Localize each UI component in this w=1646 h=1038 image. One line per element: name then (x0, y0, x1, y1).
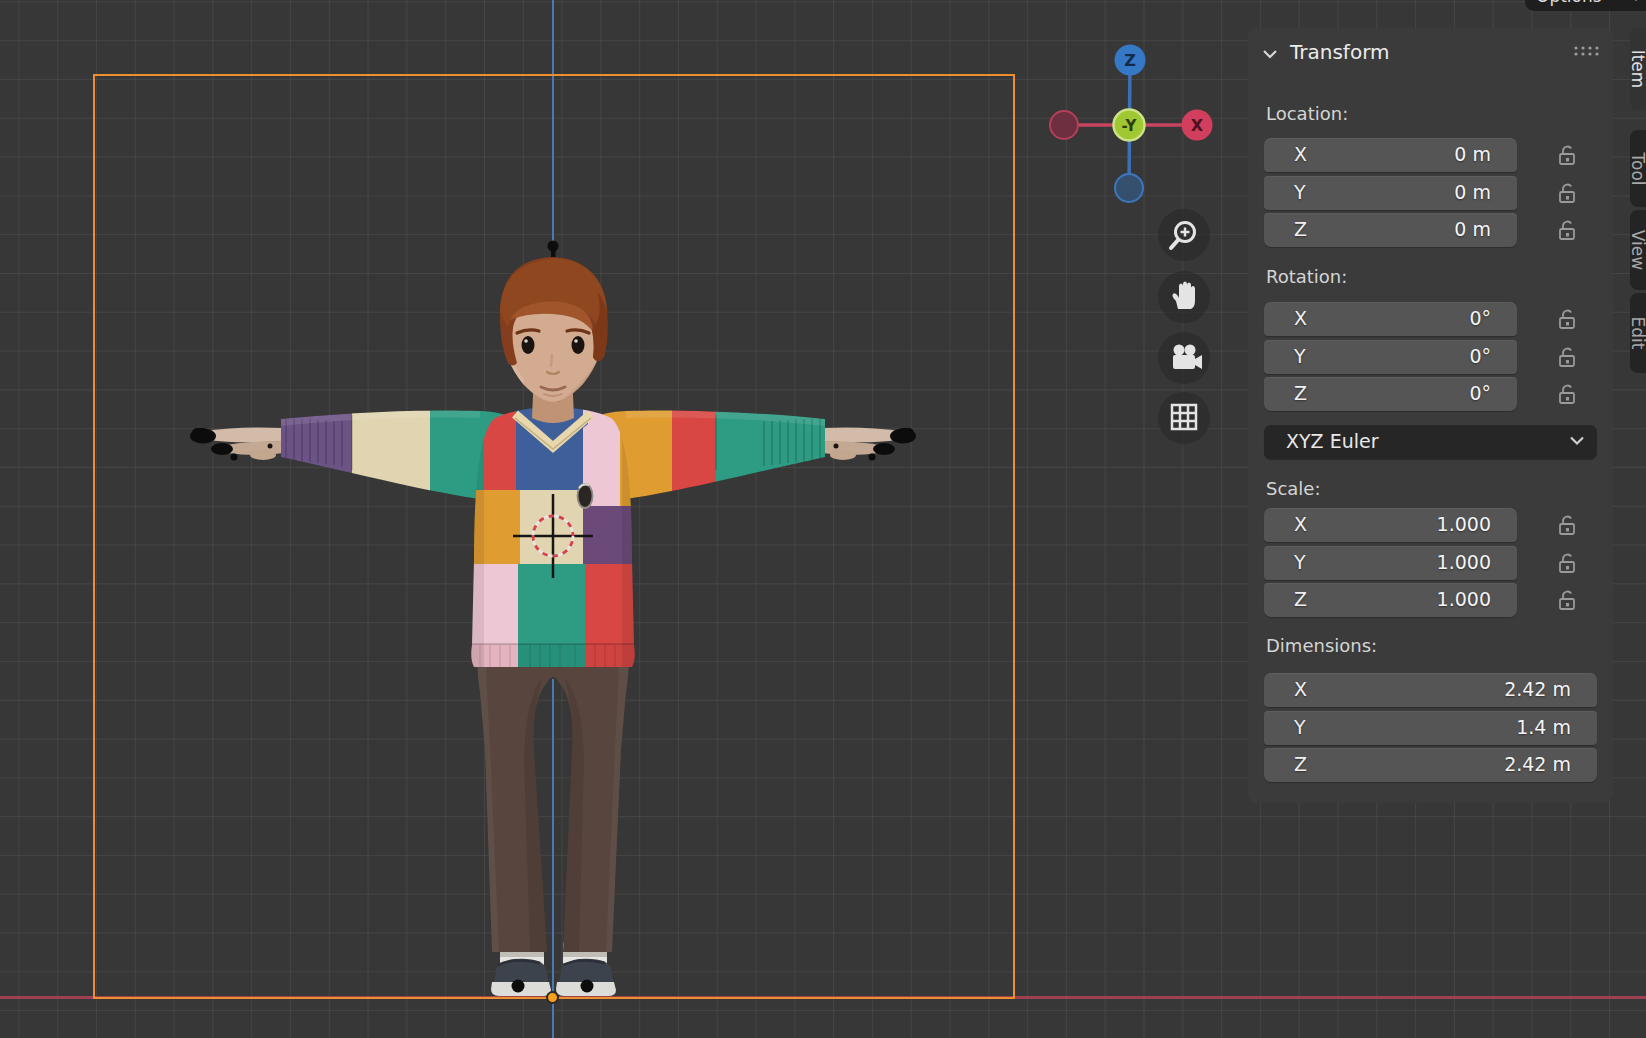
tab-view[interactable]: View (1630, 210, 1646, 290)
camera-icon (1158, 332, 1210, 384)
lock-icon[interactable] (1551, 546, 1583, 580)
dimensions-label: Dimensions: (1266, 635, 1377, 656)
chevron-down-icon (1629, 0, 1643, 2)
dimensions-z-field[interactable]: Z 2.42 m (1264, 748, 1597, 782)
gizmo-neg-x[interactable] (1050, 111, 1078, 139)
dimensions-y-field[interactable]: Y 1.4 m (1264, 711, 1597, 745)
lock-icon[interactable] (1551, 583, 1583, 617)
scale-locks (1551, 508, 1583, 621)
scale-z-field[interactable]: Z 1.000 (1264, 583, 1517, 617)
lock-icon[interactable] (1551, 176, 1583, 210)
grid-toggle-button[interactable] (1158, 392, 1210, 444)
viewport-3d[interactable]: Z X -Y (0, 0, 1646, 1038)
navigation-gizmo[interactable]: Z X -Y (1040, 35, 1220, 210)
svg-text:X: X (1191, 116, 1204, 135)
location-locks (1551, 138, 1583, 251)
scale-y-field[interactable]: Y 1.000 (1264, 546, 1517, 580)
rotation-y-field[interactable]: Y 0° (1264, 340, 1517, 374)
rotation-label: Rotation: (1266, 266, 1347, 287)
svg-text:-Y: -Y (1122, 117, 1138, 135)
dimensions-x-field[interactable]: X 2.42 m (1264, 673, 1597, 707)
lock-icon[interactable] (1551, 340, 1583, 374)
svg-text:Z: Z (1124, 51, 1136, 70)
scale-x-field[interactable]: X 1.000 (1264, 508, 1517, 542)
camera-view-button[interactable] (1158, 332, 1210, 384)
location-y-field[interactable]: Y 0 m (1264, 176, 1517, 210)
character-model[interactable] (140, 230, 970, 1020)
rotation-mode-dropdown[interactable]: XYZ Euler (1264, 425, 1597, 459)
lock-icon[interactable] (1551, 377, 1583, 411)
options-button[interactable]: Options (1525, 0, 1646, 11)
location-label: Location: (1266, 103, 1348, 124)
location-fields: X 0 m Y 0 m Z 0 m (1264, 138, 1517, 247)
panel-grip-handle[interactable] (1573, 45, 1603, 57)
lock-icon[interactable] (1551, 213, 1583, 247)
transform-panel: Transform Location: X 0 m Y 0 m Z 0 m (1248, 28, 1613, 803)
chevron-down-icon (1569, 435, 1585, 447)
zoom-button[interactable] (1158, 209, 1210, 261)
dimensions-fields: X 2.42 m Y 1.4 m Z 2.42 m (1264, 673, 1597, 782)
hand-icon (1158, 271, 1210, 323)
pan-button[interactable] (1158, 271, 1210, 323)
scale-fields: X 1.000 Y 1.000 Z 1.000 (1264, 508, 1517, 617)
location-x-field[interactable]: X 0 m (1264, 138, 1517, 172)
lock-icon[interactable] (1551, 508, 1583, 542)
collapse-chevron-icon[interactable] (1262, 48, 1278, 60)
tab-item[interactable]: Item (1630, 28, 1646, 110)
gizmo-neg-z[interactable] (1115, 174, 1143, 202)
lock-icon[interactable] (1551, 138, 1583, 172)
rotation-fields: X 0° Y 0° Z 0° (1264, 302, 1517, 411)
grid-icon (1158, 392, 1210, 444)
zoom-icon (1158, 209, 1210, 261)
rotation-z-field[interactable]: Z 0° (1264, 377, 1517, 411)
rotation-x-field[interactable]: X 0° (1264, 302, 1517, 336)
scale-label: Scale: (1266, 478, 1321, 499)
rotation-locks (1551, 302, 1583, 415)
sidebar-tabs: Item Tool View Edit (1630, 25, 1646, 377)
lock-icon[interactable] (1551, 302, 1583, 336)
tab-tool[interactable]: Tool (1630, 130, 1646, 207)
object-origin-point[interactable] (546, 991, 559, 1004)
tab-edit[interactable]: Edit (1630, 293, 1646, 373)
panel-title[interactable]: Transform (1290, 40, 1389, 64)
location-z-field[interactable]: Z 0 m (1264, 213, 1517, 247)
